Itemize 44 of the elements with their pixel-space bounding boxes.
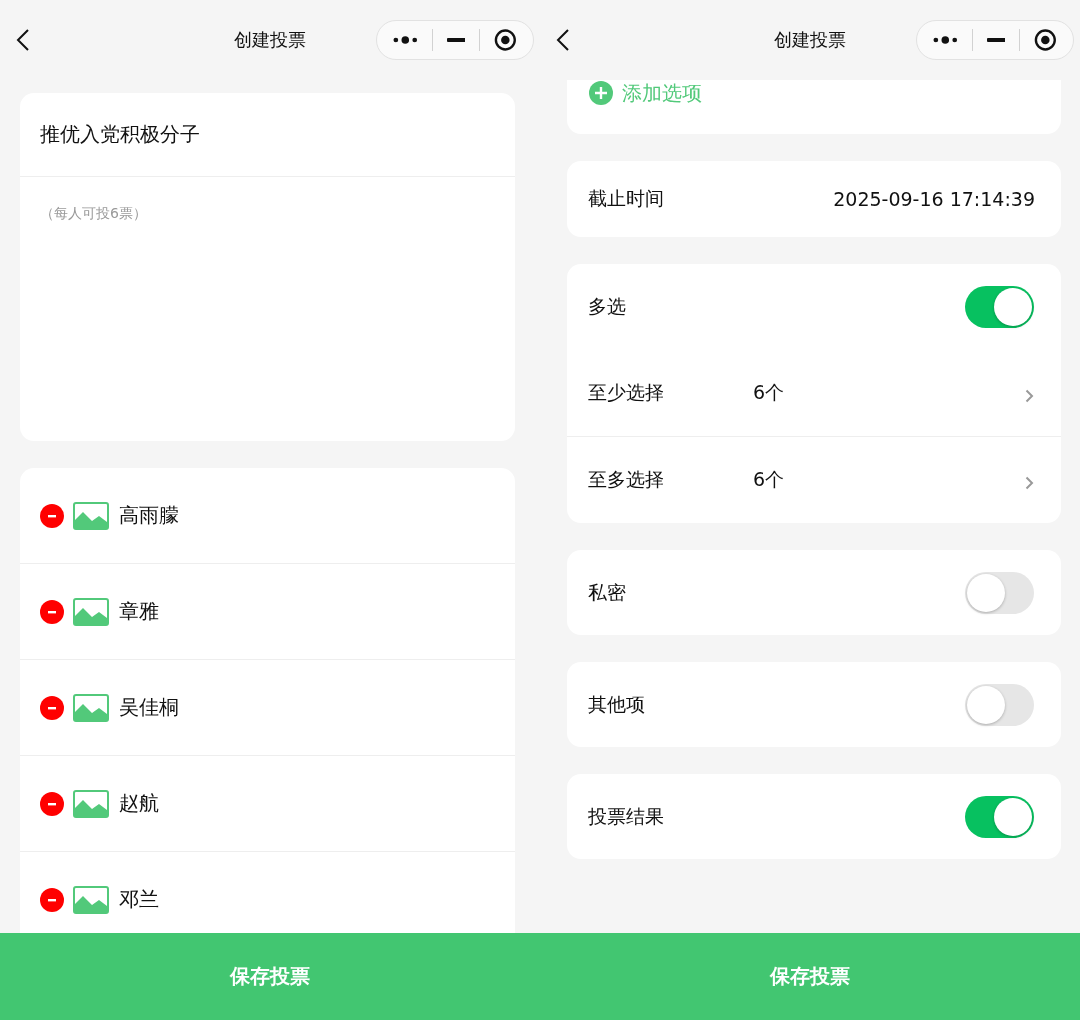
- image-icon[interactable]: [73, 789, 109, 818]
- image-icon[interactable]: [73, 885, 109, 914]
- close-icon[interactable]: [1034, 28, 1057, 52]
- setting-label: 投票结果: [588, 803, 665, 829]
- remove-icon[interactable]: [40, 503, 64, 528]
- image-icon[interactable]: [73, 693, 109, 722]
- image-icon[interactable]: [73, 597, 109, 626]
- back-icon[interactable]: [16, 28, 30, 52]
- setting-label: 截止时间: [588, 186, 665, 211]
- setting-label: 其他项: [588, 691, 646, 717]
- option-name[interactable]: 赵航: [119, 790, 159, 817]
- chevron-right-icon[interactable]: [1025, 476, 1034, 490]
- setting-value[interactable]: 6个: [753, 467, 1025, 493]
- remove-icon[interactable]: [40, 791, 64, 816]
- setting-label: 多选: [588, 293, 627, 319]
- back-icon[interactable]: [556, 28, 570, 52]
- setting-value[interactable]: 6个: [753, 379, 1025, 406]
- remove-icon[interactable]: [40, 887, 64, 912]
- toggle-switch[interactable]: [965, 683, 1034, 726]
- option-name[interactable]: 章雅: [119, 598, 159, 625]
- setting-label: 至少选择: [588, 379, 665, 405]
- page-title: 创建投票: [773, 28, 847, 52]
- option-name[interactable]: 高雨朦: [119, 502, 179, 529]
- deadline-value[interactable]: 2025-09-16 17:14:39: [833, 188, 1035, 210]
- option-name[interactable]: 邓兰: [119, 886, 159, 913]
- setting-label: 至多选择: [588, 467, 665, 492]
- chevron-right-icon[interactable]: [1025, 388, 1034, 403]
- description-field[interactable]: （每人可投6票）: [20, 177, 515, 441]
- remove-icon[interactable]: [40, 695, 64, 720]
- minimize-icon[interactable]: [446, 38, 466, 42]
- setting-label: 私密: [588, 579, 627, 605]
- toggle-switch[interactable]: [965, 571, 1034, 614]
- option-name[interactable]: 吴佳桐: [119, 694, 179, 721]
- more-icon[interactable]: [393, 36, 418, 44]
- page-title: 创建投票: [233, 28, 307, 52]
- more-icon[interactable]: [933, 36, 958, 44]
- toggle-switch[interactable]: [965, 795, 1034, 838]
- minimize-icon[interactable]: [986, 38, 1006, 42]
- toggle-switch[interactable]: [965, 285, 1034, 328]
- add-icon[interactable]: [589, 81, 613, 105]
- question-text: 推优入党积极分子: [20, 93, 515, 177]
- image-icon[interactable]: [73, 501, 109, 530]
- close-icon[interactable]: [494, 28, 517, 52]
- remove-icon[interactable]: [40, 599, 64, 624]
